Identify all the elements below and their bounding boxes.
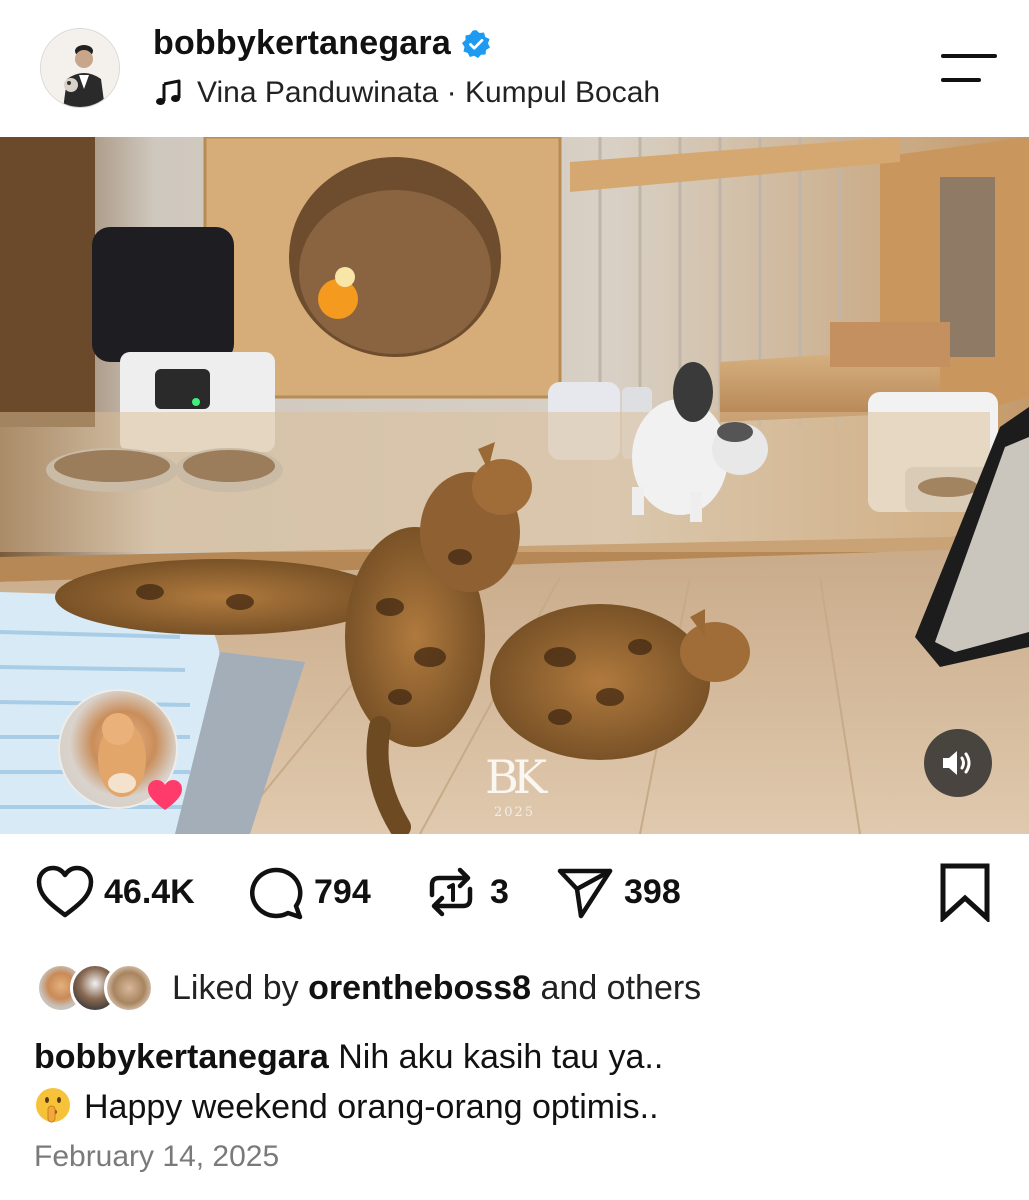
music-label: Vina Panduwinata · Kumpul Bocah xyxy=(197,76,661,109)
profile-avatar[interactable] xyxy=(40,28,120,108)
likes-count[interactable]: 46.4K xyxy=(104,873,195,912)
like-action[interactable]: 46.4K xyxy=(34,862,195,922)
comment-action[interactable]: 794 xyxy=(244,862,371,922)
liked-by-user[interactable]: orentheboss8 xyxy=(308,969,531,1007)
heart-icon[interactable] xyxy=(34,861,96,923)
sound-icon xyxy=(943,751,971,775)
comment-icon[interactable] xyxy=(244,861,306,923)
shares-count: 398 xyxy=(624,872,681,911)
repost-action[interactable]: 3 xyxy=(420,862,509,922)
liked-by-suffix[interactable]: and others xyxy=(541,969,702,1007)
post-actions: 46.4K 794 3 398 xyxy=(0,834,1029,954)
music-row[interactable]: Vina Panduwinata · Kumpul Bocah xyxy=(153,76,660,110)
liked-by-text: Liked by orentheboss8 and others xyxy=(172,969,701,1008)
reposts-count: 3 xyxy=(490,872,509,911)
caption-username[interactable]: bobbykertanegara xyxy=(34,1038,329,1076)
heart-badge-icon xyxy=(148,780,182,810)
shush-emoji-icon xyxy=(36,1088,70,1123)
liked-by-row[interactable]: Liked by orentheboss8 and others xyxy=(36,960,701,1016)
send-icon[interactable] xyxy=(554,861,616,923)
caption-line-1: bobbykertanegara Nih aku kasih tau ya.. xyxy=(34,1032,994,1082)
username[interactable]: bobbykertanegara xyxy=(153,24,451,63)
username-row: bobbykertanegara xyxy=(153,24,491,63)
liked-by-prefix: Liked by xyxy=(172,968,299,1007)
repost-icon[interactable] xyxy=(420,861,482,923)
menu-icon[interactable] xyxy=(940,52,998,86)
verified-icon xyxy=(461,29,490,58)
music-note-icon xyxy=(156,79,181,105)
post-photo[interactable]: BK 2025 xyxy=(0,137,1029,834)
caption-line-2: Happy weekend orang-orang optimis.. xyxy=(34,1082,994,1132)
post-date: February 14, 2025 xyxy=(34,1140,280,1173)
caption-text-2: Happy weekend orang-orang optimis.. xyxy=(84,1088,659,1126)
photo-watermark: BK xyxy=(485,750,547,804)
caption-text-1: Nih aku kasih tau ya.. xyxy=(338,1038,664,1076)
post-header: bobbykertanegara Vina Panduwinata · Kump… xyxy=(0,0,1029,137)
share-action[interactable]: 398 xyxy=(554,862,681,922)
post-caption: bobbykertanegara Nih aku kasih tau ya.. … xyxy=(34,1032,994,1132)
bookmark-icon[interactable] xyxy=(937,862,993,922)
liker-avatar-3 xyxy=(104,963,154,1013)
sound-toggle-button[interactable] xyxy=(924,729,992,797)
comments-count: 794 xyxy=(314,872,371,911)
photo-watermark-year: 2025 xyxy=(494,805,536,820)
